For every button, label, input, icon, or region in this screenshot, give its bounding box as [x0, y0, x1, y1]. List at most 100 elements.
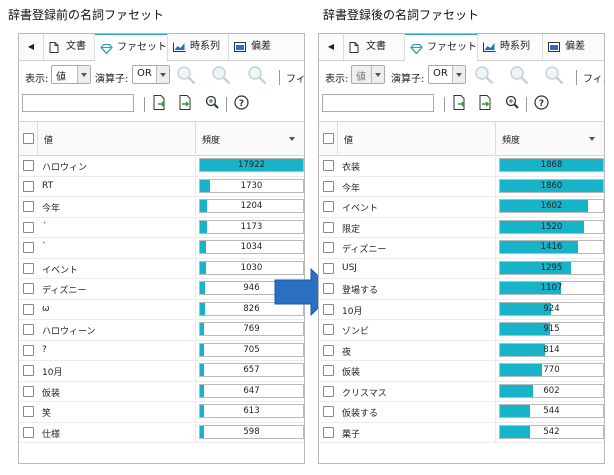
row-checkbox[interactable] [23, 201, 34, 212]
search-remove-icon[interactable] [509, 65, 531, 85]
table-row[interactable]: 仕様 598 [19, 421, 304, 443]
row-checkbox[interactable] [23, 262, 34, 274]
row-checkbox[interactable] [323, 242, 334, 253]
facet-search-input[interactable] [322, 94, 434, 112]
display-select[interactable]: 値 [51, 65, 91, 84]
select-all-checkbox[interactable] [23, 133, 34, 144]
row-checkbox[interactable] [23, 303, 34, 315]
tab-timeseries[interactable]: 時系列 [168, 34, 229, 60]
zoom-in-icon[interactable] [505, 95, 519, 110]
table-row[interactable]: 今年 1860 [319, 175, 604, 197]
table-row[interactable]: イベント 1030 [19, 257, 304, 279]
tab-document[interactable]: 文書 [344, 34, 405, 60]
row-checkbox[interactable] [23, 180, 34, 192]
row-checkbox[interactable] [23, 160, 34, 171]
tab-facet[interactable]: ファセット [405, 34, 478, 62]
display-label: 表示: [325, 74, 349, 85]
table-row[interactable]: 夜 814 [319, 339, 604, 361]
column-header-value[interactable]: 値 [37, 122, 195, 155]
row-checkbox[interactable] [23, 344, 34, 356]
tab-scroll-left-button[interactable]: ◀ [19, 34, 44, 60]
import-icon[interactable] [479, 95, 493, 110]
row-checkbox[interactable] [23, 426, 34, 438]
table-row[interactable]: イベント 1602 [319, 196, 604, 218]
table-row[interactable]: 限定 1520 [319, 216, 604, 238]
frequency-count: 1173 [240, 221, 263, 232]
table-row[interactable]: ディズニー 946 [19, 278, 304, 300]
operator-select[interactable]: OR [428, 65, 466, 84]
row-checkbox[interactable] [323, 221, 334, 233]
table-row[interactable]: ´ 1173 [19, 216, 304, 238]
search-add-icon[interactable] [474, 65, 496, 85]
table-row[interactable]: ハロウィン 17922 [19, 155, 304, 177]
row-checkbox[interactable] [323, 324, 334, 335]
frequency-cell: 602 [495, 380, 604, 401]
table-row[interactable]: ゾンビ 915 [319, 319, 604, 341]
column-header-frequency[interactable]: 頻度 [195, 122, 304, 155]
search-clear-icon[interactable] [247, 65, 269, 85]
search-remove-icon[interactable] [211, 65, 233, 85]
export-icon[interactable] [153, 95, 167, 110]
table-row[interactable]: 仮装する 544 [319, 401, 604, 423]
tab-bar: ◀ 文書 ファセット 時系列 偏差 [19, 34, 304, 62]
table-row[interactable]: 仮装 647 [19, 380, 304, 402]
frequency-bar: 1868 [499, 158, 604, 172]
row-checkbox[interactable] [323, 303, 334, 315]
zoom-in-icon[interactable] [205, 95, 219, 110]
row-checkbox[interactable] [23, 365, 34, 376]
tab-deviation[interactable]: 偏差 [229, 34, 289, 60]
table-row[interactable]: 菓子 542 [319, 421, 604, 443]
row-checkbox[interactable] [323, 160, 334, 171]
tab-facet[interactable]: ファセット [95, 34, 168, 62]
import-icon[interactable] [179, 95, 193, 110]
toolbar-divider [144, 97, 145, 112]
row-checkbox[interactable] [323, 406, 334, 417]
row-checkbox[interactable] [23, 324, 34, 335]
tab-scroll-left-button[interactable]: ◀ [319, 34, 344, 60]
row-checkbox[interactable] [323, 365, 334, 376]
tab-deviation[interactable]: 偏差 [543, 34, 603, 60]
search-clear-icon[interactable] [544, 65, 566, 85]
table-row[interactable]: 笑 613 [19, 401, 304, 423]
table-row[interactable]: ? 705 [19, 339, 304, 361]
help-icon[interactable]: ? [534, 95, 549, 110]
row-checkbox[interactable] [323, 262, 334, 274]
table-row[interactable]: ω 826 [19, 298, 304, 320]
table-row[interactable]: 仮装 770 [319, 360, 604, 382]
export-icon[interactable] [453, 95, 467, 110]
operator-select[interactable]: OR [132, 65, 170, 84]
table-row[interactable]: ` 1034 [19, 237, 304, 259]
row-checkbox[interactable] [323, 180, 334, 192]
display-select[interactable]: 値 [351, 65, 385, 84]
row-checkbox[interactable] [323, 385, 334, 397]
table-row[interactable]: 登場する 1107 [319, 278, 604, 300]
table-row[interactable]: 今年 1204 [19, 196, 304, 218]
facet-value: 衣装 [342, 163, 361, 173]
table-row[interactable]: 10月 924 [319, 298, 604, 320]
table-row[interactable]: 10月 657 [19, 360, 304, 382]
table-row[interactable]: RT 1730 [19, 175, 304, 197]
row-checkbox[interactable] [323, 283, 334, 294]
table-row[interactable]: 衣装 1868 [319, 155, 604, 177]
select-all-checkbox[interactable] [323, 133, 334, 144]
column-header-value[interactable]: 値 [337, 122, 495, 155]
table-row[interactable]: クリスマス 602 [319, 380, 604, 402]
row-checkbox[interactable] [323, 344, 334, 356]
column-header-frequency[interactable]: 頻度 [495, 122, 604, 155]
row-checkbox[interactable] [23, 242, 34, 253]
search-add-icon[interactable] [176, 65, 198, 85]
table-row[interactable]: ハロウィーン 769 [19, 319, 304, 341]
row-checkbox[interactable] [23, 385, 34, 397]
tab-timeseries[interactable]: 時系列 [478, 34, 543, 60]
facet-search-input[interactable] [22, 94, 134, 112]
table-row[interactable]: USJ 1295 [319, 257, 604, 279]
help-icon[interactable]: ? [234, 95, 249, 110]
table-row[interactable]: ディズニー 1416 [319, 237, 604, 259]
row-checkbox[interactable] [323, 201, 334, 212]
row-checkbox[interactable] [23, 283, 34, 294]
frequency-cell: 915 [495, 319, 604, 340]
tab-document[interactable]: 文書 [44, 34, 95, 60]
row-checkbox[interactable] [323, 426, 334, 438]
row-checkbox[interactable] [23, 406, 34, 417]
row-checkbox[interactable] [23, 221, 34, 233]
